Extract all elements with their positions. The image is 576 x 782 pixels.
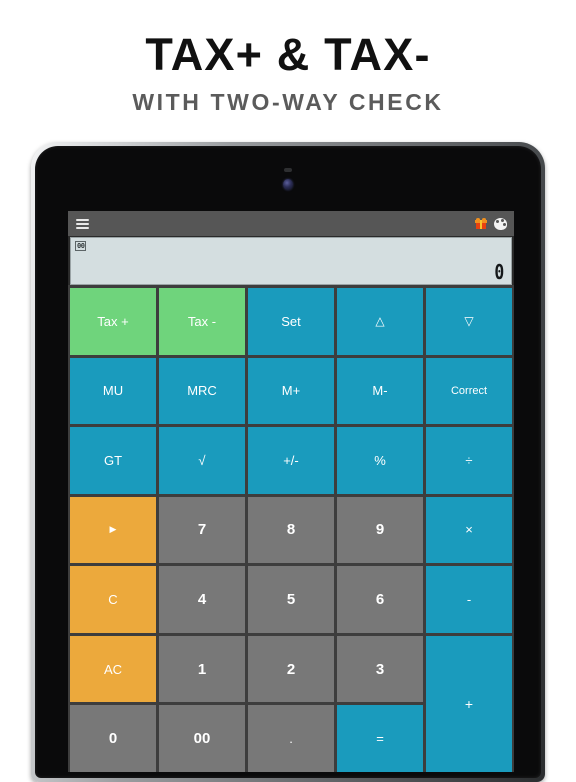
key-5[interactable]: 5 (248, 566, 334, 633)
key-dot[interactable]: . (248, 705, 334, 772)
key-c[interactable]: C (70, 566, 156, 633)
key-7[interactable]: 7 (159, 496, 245, 564)
key-set[interactable]: Set (248, 288, 334, 355)
key-down[interactable]: ▽ (426, 288, 512, 355)
hamburger-menu-icon[interactable] (76, 218, 89, 229)
key-tax-minus[interactable]: Tax - (159, 288, 245, 355)
key-2[interactable]: 2 (248, 635, 334, 703)
key-percent[interactable]: % (337, 427, 423, 494)
display-memory-flag: 00 (75, 241, 87, 251)
key-9[interactable]: 9 (337, 496, 423, 564)
key-minus[interactable]: - (426, 566, 512, 633)
gift-icon[interactable] (475, 218, 487, 229)
key-mminus[interactable]: M- (337, 357, 423, 425)
key-mu[interactable]: MU (70, 357, 156, 425)
display-value: 0 (494, 260, 505, 284)
front-camera-icon (283, 179, 293, 190)
calculator-keypad: Tax + Tax - Set △ ▽ MU MRC M+ M- Correct GT √ +/-% ÷ ▶… (68, 285, 514, 772)
tablet-screen: 00 0 Tax + Tax - Set △ ▽ MU MRC M+ M- Correct GT √ +… (68, 211, 514, 772)
promo-subheadline: WITH TWO-WAY CHECK (132, 89, 444, 115)
key-plus[interactable]: + (426, 635, 512, 772)
palette-theme-icon[interactable] (494, 217, 507, 230)
tablet-bezel: 00 0 Tax + Tax - Set △ ▽ MU MRC M+ M- Correct GT √ +… (35, 146, 541, 778)
key-ac[interactable]: AC (70, 635, 156, 703)
key-sqrt[interactable]: √ (159, 427, 245, 494)
key-equals[interactable]: = (337, 705, 423, 772)
key-up[interactable]: △ (337, 288, 423, 355)
key-3[interactable]: 3 (337, 635, 423, 703)
key-0[interactable]: 0 (70, 705, 156, 772)
app-bar (68, 211, 514, 236)
key-tax-plus[interactable]: Tax + (70, 288, 156, 355)
promo-banner: TAX+ & TAX- WITH TWO-WAY CHECK (0, 0, 576, 140)
key-gt[interactable]: GT (70, 427, 156, 494)
proximity-sensor-icon (284, 168, 292, 172)
tablet-device: 00 0 Tax + Tax - Set △ ▽ MU MRC M+ M- Correct GT √ +… (31, 142, 545, 782)
key-play[interactable]: ▶ (70, 496, 156, 564)
key-1[interactable]: 1 (159, 635, 245, 703)
key-mplus[interactable]: M+ (248, 357, 334, 425)
key-mrc[interactable]: MRC (159, 357, 245, 425)
key-divide[interactable]: ÷ (426, 427, 512, 494)
calculator-display: 00 0 (70, 237, 512, 285)
promo-headline: TAX+ & TAX- (145, 29, 431, 80)
key-6[interactable]: 6 (337, 566, 423, 633)
key-plusminusminus[interactable]: +/- (248, 427, 334, 494)
key-4[interactable]: 4 (159, 566, 245, 633)
key-multiply[interactable]: × (426, 496, 512, 564)
key-correct[interactable]: Correct (426, 357, 512, 425)
key-8[interactable]: 8 (248, 496, 334, 564)
app-bar-actions (475, 217, 507, 230)
key-00[interactable]: 00 (159, 705, 245, 772)
